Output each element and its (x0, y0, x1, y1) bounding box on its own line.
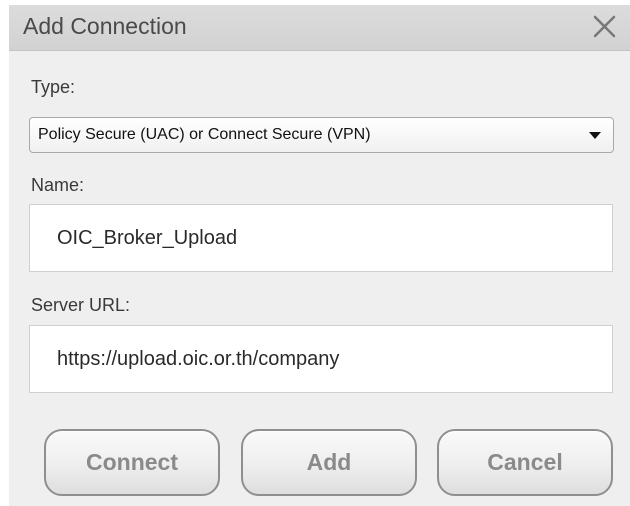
close-button[interactable] (587, 11, 621, 43)
name-label: Name: (31, 175, 85, 195)
name-input[interactable] (29, 204, 613, 272)
dialog-title: Add Connection (23, 13, 187, 39)
dialog-titlebar: Add Connection (9, 5, 630, 51)
add-button[interactable]: Add (241, 429, 417, 496)
server-url-input[interactable] (29, 325, 613, 393)
close-icon (593, 15, 616, 38)
cancel-button[interactable]: Cancel (437, 429, 613, 496)
chevron-down-icon (589, 132, 601, 139)
type-select-value: Policy Secure (UAC) or Connect Secure (V… (38, 126, 371, 143)
type-label: Type: (31, 77, 76, 97)
server-url-label: Server URL: (31, 295, 131, 315)
connect-button[interactable]: Connect (44, 429, 220, 496)
add-connection-dialog: Add Connection Type: Policy Secure (UAC)… (9, 5, 630, 506)
type-select[interactable]: Policy Secure (UAC) or Connect Secure (V… (29, 117, 614, 153)
